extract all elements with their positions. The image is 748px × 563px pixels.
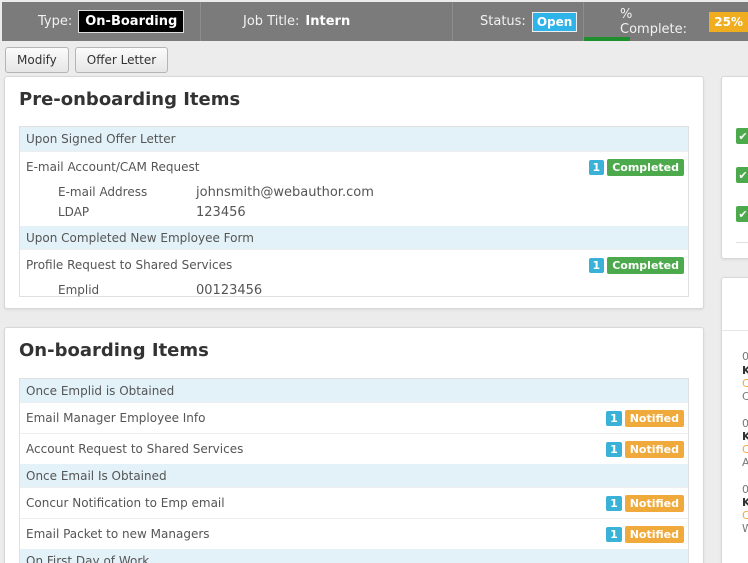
action-toolbar: Modify Offer Letter xyxy=(5,47,169,73)
count-badge: 1 xyxy=(606,495,622,511)
offer-letter-button[interactable]: Offer Letter xyxy=(74,47,169,73)
activity-text: A xyxy=(742,456,748,469)
item-label: Profile Request to Shared Services xyxy=(26,258,233,272)
notified-badge: Notified xyxy=(624,494,684,512)
onboarding-panel: On-boarding Items Once Emplid is Obtaine… xyxy=(4,327,704,563)
notified-badge: Notified xyxy=(624,440,684,458)
detail-value: johnsmith@webauthor.com xyxy=(196,184,374,200)
activity-type: C xyxy=(742,443,748,456)
list-item[interactable]: Email Manager Employee Info 1 Notified xyxy=(20,402,688,433)
item-label: Account Request to Shared Services xyxy=(26,442,244,456)
count-badge: 1 xyxy=(606,441,622,457)
count-badge: 1 xyxy=(588,159,605,175)
activity-date: 0 xyxy=(742,483,748,496)
completed-badge: Completed xyxy=(607,158,684,176)
section-first-day: On First Day of Work xyxy=(20,549,688,563)
activity-author: K xyxy=(742,364,748,377)
item-badges: 1 Notified xyxy=(606,494,684,512)
item-label: Email Manager Employee Info xyxy=(26,411,206,425)
pre-onboarding-panel: Pre-onboarding Items Upon Signed Offer L… xyxy=(4,76,704,309)
detail-value: 123456 xyxy=(196,204,246,220)
type-label: Type: xyxy=(38,14,73,29)
activity-side-panel: 0 K C C 0 K C A 0 K C W xyxy=(721,277,748,563)
list-item[interactable]: Concur Notification to Emp email 1 Notif… xyxy=(20,487,688,518)
emplid-detail: Emplid 00123456 xyxy=(20,280,688,300)
activity-type: C xyxy=(742,377,748,390)
item-badges: 1 Completed xyxy=(588,256,684,274)
check-icon: ✔ xyxy=(736,128,748,144)
item-label: Email Packet to new Managers xyxy=(26,527,210,541)
job-title-label: Job Title: xyxy=(243,14,300,29)
percent-complete-label: % Complete: xyxy=(620,6,688,37)
activity-text: C xyxy=(742,390,748,403)
job-title-field: Job Title: Intern xyxy=(201,2,453,41)
status-badge: Open xyxy=(531,11,578,32)
percent-complete-field: % Complete: 25% xyxy=(584,2,748,41)
record-header: Type: On-Boarding Job Title: Intern Stat… xyxy=(2,2,748,41)
percent-complete-badge: 25% xyxy=(709,11,748,32)
section-new-employee-form: Upon Completed New Employee Form xyxy=(20,226,688,249)
activity-type: C xyxy=(742,509,748,522)
item-label: E-mail Account/CAM Request xyxy=(26,160,200,174)
email-address-detail: E-mail Address johnsmith@webauthor.com xyxy=(20,182,688,202)
item-label: Concur Notification to Emp email xyxy=(26,496,225,510)
onboarding-list: Once Emplid is Obtained Email Manager Em… xyxy=(19,378,689,563)
pre-onboarding-list: Upon Signed Offer Letter E-mail Account/… xyxy=(19,126,689,300)
item-badges: 1 Notified xyxy=(606,440,684,458)
activity-author: K xyxy=(742,496,748,509)
section-emplid-obtained: Once Emplid is Obtained xyxy=(20,379,688,402)
divider xyxy=(722,330,748,331)
completed-badge: Completed xyxy=(607,256,684,274)
list-item[interactable]: Account Request to Shared Services 1 Not… xyxy=(20,433,688,464)
item-badges: 1 Notified xyxy=(606,525,684,543)
pre-onboarding-title: Pre-onboarding Items xyxy=(19,89,241,110)
list-item[interactable]: Profile Request to Shared Services 1 Com… xyxy=(20,249,688,280)
notified-badge: Notified xyxy=(624,525,684,543)
progress-bar xyxy=(584,37,630,41)
type-field: Type: On-Boarding xyxy=(2,2,201,41)
count-badge: 1 xyxy=(606,410,622,426)
check-icon: ✔ xyxy=(736,167,748,183)
job-title-value: Intern xyxy=(305,14,351,29)
activity-date: 0 xyxy=(742,350,748,363)
detail-key: LDAP xyxy=(58,205,90,219)
item-badges: 1 Notified xyxy=(606,409,684,427)
onboarding-title: On-boarding Items xyxy=(19,340,209,361)
item-badges: 1 Completed xyxy=(588,158,684,176)
modify-button[interactable]: Modify xyxy=(5,47,69,73)
ldap-detail: LDAP 123456 xyxy=(20,202,688,222)
section-signed-offer-letter: Upon Signed Offer Letter xyxy=(20,127,688,151)
activity-date: 0 xyxy=(742,417,748,430)
activity-text: W xyxy=(742,522,748,535)
list-item[interactable]: E-mail Account/CAM Request 1 Completed xyxy=(20,151,688,182)
count-badge: 1 xyxy=(588,257,605,273)
status-label: Status: xyxy=(480,14,526,29)
detail-key: Emplid xyxy=(58,283,100,297)
detail-value: 00123456 xyxy=(196,282,263,298)
status-field: Status: Open xyxy=(453,2,584,41)
detail-key: E-mail Address xyxy=(58,185,148,199)
type-badge: On-Boarding xyxy=(78,10,185,33)
checklist-side-panel: ✔ ✔ ✔ xyxy=(721,76,748,259)
section-email-obtained: Once Email Is Obtained xyxy=(20,464,688,487)
count-badge: 1 xyxy=(606,526,622,542)
list-item[interactable]: Email Packet to new Managers 1 Notified xyxy=(20,518,688,549)
divider xyxy=(736,242,748,243)
activity-author: K xyxy=(742,430,748,443)
notified-badge: Notified xyxy=(624,409,684,427)
check-icon: ✔ xyxy=(736,206,748,222)
